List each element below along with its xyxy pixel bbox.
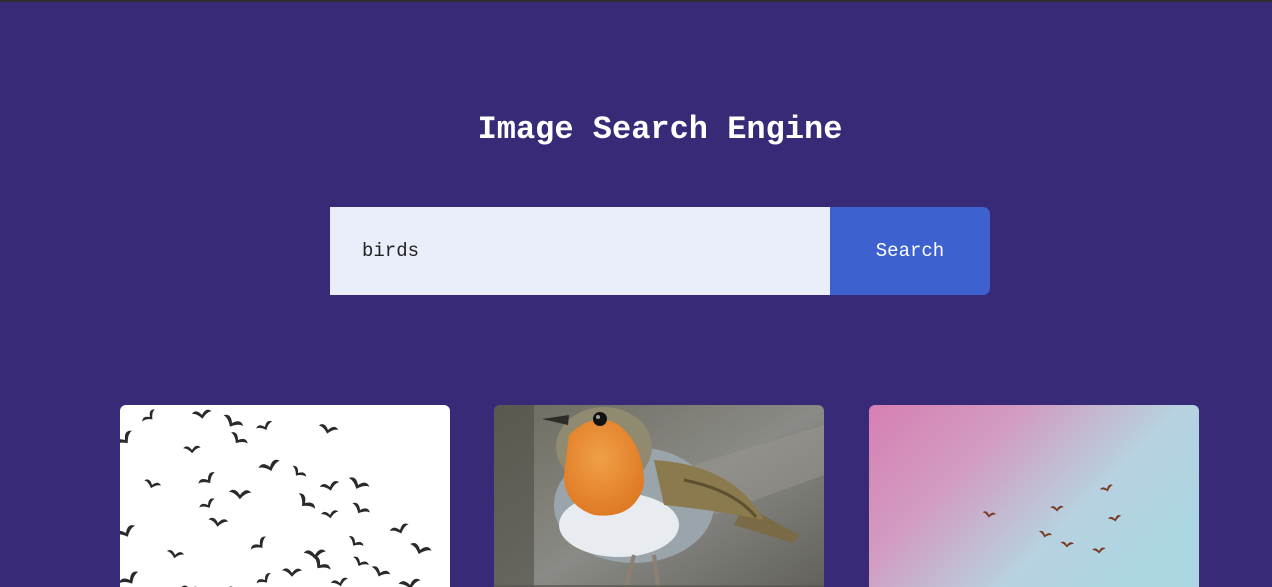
page-title: Image Search Engine <box>477 111 843 148</box>
search-input[interactable] <box>330 207 830 295</box>
top-border <box>0 0 1272 2</box>
search-button[interactable]: Search <box>830 207 990 295</box>
result-card-robin[interactable] <box>494 405 824 587</box>
image-results-grid <box>120 405 1200 587</box>
robin-image <box>494 405 824 587</box>
result-card-sky-birds[interactable] <box>869 405 1199 587</box>
flock-image <box>120 405 450 587</box>
sky-birds-image <box>869 405 1199 587</box>
result-card-flock[interactable] <box>120 405 450 587</box>
search-form: Search <box>330 207 990 295</box>
